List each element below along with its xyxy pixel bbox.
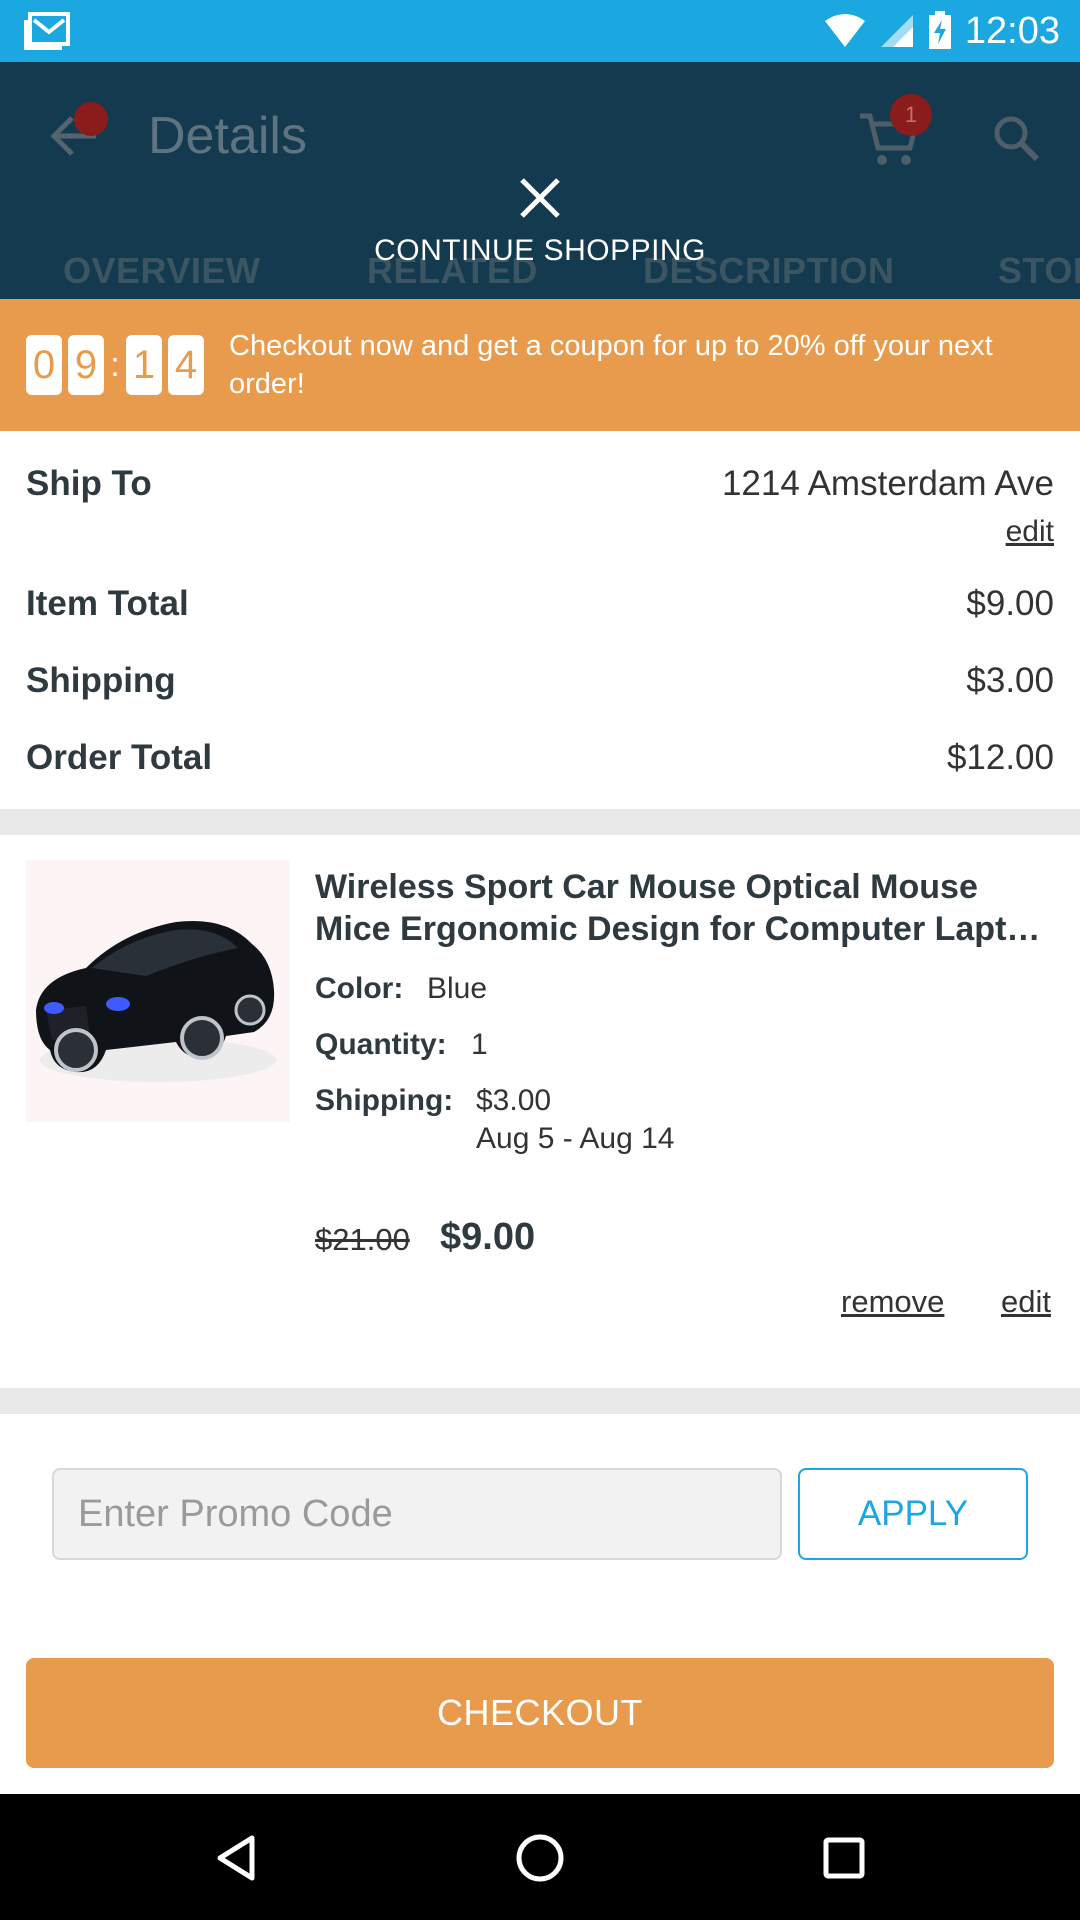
color-value: Blue [427, 972, 488, 1005]
timer-digit: 1 [126, 335, 162, 395]
timer-separator: : [110, 345, 120, 384]
timer-digit: 4 [168, 335, 204, 395]
product-title[interactable]: Wireless Sport Car Mouse Optical Mouse M… [315, 866, 1055, 950]
nav-back-icon[interactable] [210, 1832, 262, 1884]
gmail-icon [24, 12, 70, 50]
ship-to-label: Ship To [26, 464, 152, 503]
promo-code-input[interactable] [52, 1468, 782, 1560]
timer-digit: 9 [68, 335, 104, 395]
promo-banner: 0 9 : 1 4 Checkout now and get a coupon … [0, 299, 1080, 431]
color-row: Color: Blue [315, 972, 487, 1006]
nav-recents-icon[interactable] [818, 1832, 870, 1884]
order-total-value: $12.00 [946, 738, 1054, 777]
item-shipping-value: $3.00 [476, 1084, 552, 1117]
clock: 12:03 [964, 9, 1060, 52]
nav-home-icon[interactable] [514, 1832, 566, 1884]
quantity-label: Quantity: [315, 1028, 447, 1061]
item-shipping-label: Shipping: [315, 1084, 454, 1117]
order-total-label: Order Total [26, 738, 213, 777]
battery-charging-icon [928, 11, 951, 49]
section-divider [0, 1388, 1080, 1414]
promo-banner-text: Checkout now and get a coupon for up to … [229, 330, 993, 400]
countdown-timer: 0 9 : 1 4 [26, 335, 204, 395]
wifi-icon [824, 14, 865, 47]
notification-dot [74, 102, 108, 136]
continue-shopping-button[interactable]: CONTINUE SHOPPING [0, 234, 1080, 268]
close-icon[interactable] [514, 172, 566, 224]
timer-digit: 0 [26, 335, 62, 395]
system-nav-bar [0, 1794, 1080, 1920]
section-divider [0, 809, 1080, 835]
item-total-label: Item Total [26, 584, 189, 623]
item-shipping-row: Shipping: $3.00 [315, 1084, 551, 1118]
shipping-value: $3.00 [966, 661, 1054, 700]
color-label: Color: [315, 972, 404, 1005]
original-price: $21.00 [315, 1222, 410, 1257]
car-mouse-image [36, 920, 276, 1082]
status-bar: 12:03 [0, 0, 1080, 62]
shipping-label: Shipping [26, 661, 176, 700]
ship-to-address: 1214 Amsterdam Ave [721, 464, 1054, 503]
checkout-button[interactable]: CHECKOUT [26, 1658, 1054, 1768]
apply-promo-button[interactable]: APPLY [798, 1468, 1028, 1560]
edit-item-link[interactable]: edit [1001, 1284, 1051, 1320]
cart-badge: 1 [890, 94, 932, 136]
edit-address-link[interactable]: edit [1006, 515, 1054, 549]
quantity-value: 1 [471, 1028, 488, 1061]
item-total-value: $9.00 [966, 584, 1054, 623]
delivery-dates: Aug 5 - Aug 14 [476, 1122, 675, 1155]
search-icon[interactable] [990, 112, 1042, 164]
sale-price: $9.00 [440, 1216, 536, 1258]
signal-icon [880, 15, 913, 47]
remove-item-link[interactable]: remove [841, 1284, 944, 1320]
page-title: Details [148, 107, 307, 165]
product-image[interactable] [26, 860, 290, 1122]
quantity-row: Quantity: 1 [315, 1028, 488, 1062]
